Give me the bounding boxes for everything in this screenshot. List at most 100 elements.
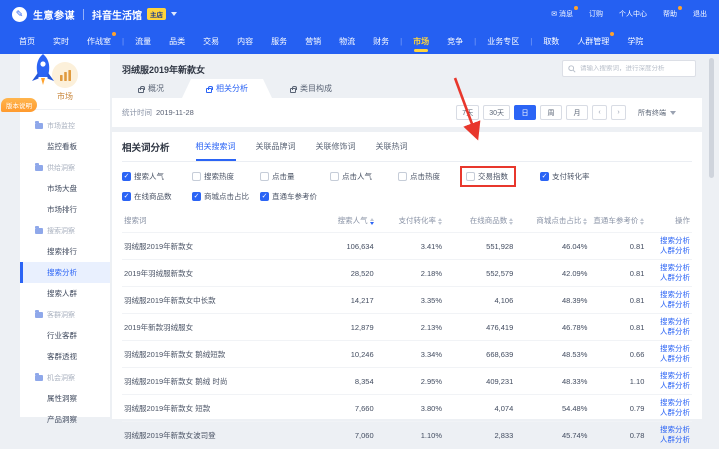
sort-icon[interactable]	[438, 218, 442, 225]
sidebar-item[interactable]: 客群透视	[20, 346, 110, 367]
sort-icon[interactable]	[640, 218, 644, 225]
date-range-button[interactable]: 7天	[456, 105, 479, 120]
next-date-button[interactable]: ›	[611, 105, 626, 120]
prev-date-button[interactable]: ‹	[592, 105, 607, 120]
sidebar-item[interactable]: 行业客群	[20, 325, 110, 346]
terminal-filter-dropdown[interactable]: 所有终端	[638, 108, 676, 118]
metric-checkbox[interactable]: 点击量	[260, 171, 295, 182]
nav-item[interactable]: 品类	[160, 28, 194, 54]
metric-checkbox[interactable]: 直通车参考价	[260, 191, 317, 202]
nav-item[interactable]: 实时	[44, 28, 78, 54]
account-link[interactable]: 个人中心	[619, 9, 647, 19]
crowd-analysis-link[interactable]: 人群分析	[648, 381, 690, 391]
sidebar-item[interactable]: 机会洞察	[20, 367, 110, 388]
search-input[interactable]	[580, 65, 690, 72]
search-analysis-link[interactable]: 搜索分析	[648, 317, 690, 327]
search-analysis-link[interactable]: 搜索分析	[648, 344, 690, 354]
nav-item[interactable]: 业务专区	[478, 28, 528, 54]
table-column-header[interactable]: 支付转化率	[376, 210, 444, 233]
nav-item[interactable]: 内容	[228, 28, 262, 54]
nav-item[interactable]: 学院	[618, 28, 652, 54]
nav-item[interactable]: 财务	[364, 28, 398, 54]
sidebar-item[interactable]: 属性洞察	[20, 388, 110, 409]
nav-item[interactable]: 营销	[296, 28, 330, 54]
cell-search-word: 羽绒服2019年新款女波司登	[122, 422, 310, 449]
crowd-analysis-link[interactable]: 人群分析	[648, 354, 690, 364]
date-range-button[interactable]: 日	[514, 105, 536, 120]
nav-item[interactable]: 流量	[126, 28, 160, 54]
store-switch-caret-icon[interactable]	[171, 12, 177, 16]
sidebar-item[interactable]: 产品洞察	[20, 409, 110, 430]
sidebar-item[interactable]: 供给洞察	[20, 157, 110, 178]
page-tab[interactable]: 类目构成	[272, 79, 350, 98]
version-note-badge[interactable]: 版本说明	[1, 98, 37, 112]
sidebar-item[interactable]: 客群洞察	[20, 304, 110, 325]
date-range-button[interactable]: 30天	[483, 105, 510, 120]
scrollbar-thumb[interactable]	[709, 58, 714, 178]
crowd-analysis-link[interactable]: 人群分析	[648, 273, 690, 283]
cell-actions: 搜索分析 人群分析	[646, 260, 692, 287]
crowd-analysis-link[interactable]: 人群分析	[648, 246, 690, 256]
metric-checkbox[interactable]: 搜索人气	[122, 171, 164, 182]
store-name[interactable]: 抖音生活馆	[92, 7, 142, 22]
metric-checkbox[interactable]: 支付转化率	[540, 171, 590, 182]
table-column-header[interactable]: 直通车参考价	[589, 210, 646, 233]
search-analysis-link[interactable]: 搜索分析	[648, 290, 690, 300]
account-link[interactable]: 消息	[551, 9, 573, 19]
sort-icon[interactable]	[583, 218, 587, 225]
search-analysis-link[interactable]: 搜索分析	[648, 371, 690, 381]
nav-item[interactable]: 作战室	[78, 28, 120, 54]
crowd-analysis-link[interactable]: 人群分析	[648, 300, 690, 310]
account-link[interactable]: 退出	[693, 9, 707, 19]
metric-checkbox[interactable]: 交易指数	[466, 171, 508, 182]
nav-item[interactable]: 服务	[262, 28, 296, 54]
account-link[interactable]: 帮助	[663, 9, 677, 19]
table-column-header[interactable]: 商城点击占比	[515, 210, 589, 233]
nav-item[interactable]: 物流	[330, 28, 364, 54]
word-type-tab[interactable]: 相关搜索词	[196, 132, 236, 161]
word-type-tab[interactable]: 关联品牌词	[256, 132, 296, 161]
table-column-header[interactable]: 操作	[646, 210, 692, 233]
table-column-header[interactable]: 在线商品数	[444, 210, 515, 233]
nav-item[interactable]: 首页	[10, 28, 44, 54]
account-link[interactable]: 订购	[589, 9, 603, 19]
metric-checkbox[interactable]: 商城点击占比	[192, 191, 249, 202]
search-analysis-link[interactable]: 搜索分析	[648, 425, 690, 435]
page-tab[interactable]: 概况	[120, 79, 182, 98]
sidebar-item[interactable]: 搜索排行	[20, 241, 110, 262]
crowd-analysis-link[interactable]: 人群分析	[648, 435, 690, 445]
sidebar-item[interactable]: 市场监控	[20, 115, 110, 136]
sidebar-item[interactable]: 市场大盘	[20, 178, 110, 199]
sidebar-item[interactable]: 搜索分析	[20, 262, 110, 283]
table-column-header[interactable]: 搜索词	[122, 210, 310, 233]
search-analysis-link[interactable]: 搜索分析	[648, 263, 690, 273]
sidebar-item[interactable]: 监控看板	[20, 136, 110, 157]
search-analysis-link[interactable]: 搜索分析	[648, 398, 690, 408]
search-analysis-link[interactable]: 搜索分析	[648, 236, 690, 246]
word-type-tab[interactable]: 关联热词	[376, 132, 408, 161]
nav-item[interactable]: 取数	[534, 28, 568, 54]
mascot-rocket-icon[interactable]	[26, 52, 60, 99]
page-tab[interactable]: 相关分析	[182, 79, 272, 98]
sort-icon[interactable]	[509, 218, 513, 225]
date-range-button[interactable]: 月	[566, 105, 588, 120]
word-type-tab[interactable]: 关联修饰词	[316, 132, 356, 161]
sidebar-item[interactable]: 市场排行	[20, 199, 110, 220]
search-icon	[568, 65, 576, 73]
sort-icon[interactable]	[370, 218, 374, 225]
nav-item[interactable]: 市场	[404, 28, 438, 54]
cell-actions: 搜索分析 人群分析	[646, 368, 692, 395]
metric-checkbox[interactable]: 点击人气	[330, 171, 372, 182]
nav-item[interactable]: 竞争	[438, 28, 472, 54]
nav-item[interactable]: 交易	[194, 28, 228, 54]
table-column-header[interactable]: 搜索人气	[310, 210, 376, 233]
date-range-button[interactable]: 周	[540, 105, 562, 120]
sidebar-item[interactable]: 搜索人群	[20, 283, 110, 304]
metric-checkbox[interactable]: 搜索热度	[192, 171, 234, 182]
crowd-analysis-link[interactable]: 人群分析	[648, 327, 690, 337]
scrollbar-track[interactable]	[702, 54, 719, 417]
nav-item[interactable]: 人群管理	[568, 28, 618, 54]
metric-checkbox[interactable]: 点击热度	[398, 171, 440, 182]
metric-checkbox[interactable]: 在线商品数	[122, 191, 172, 202]
sidebar-item[interactable]: 搜索洞察	[20, 220, 110, 241]
